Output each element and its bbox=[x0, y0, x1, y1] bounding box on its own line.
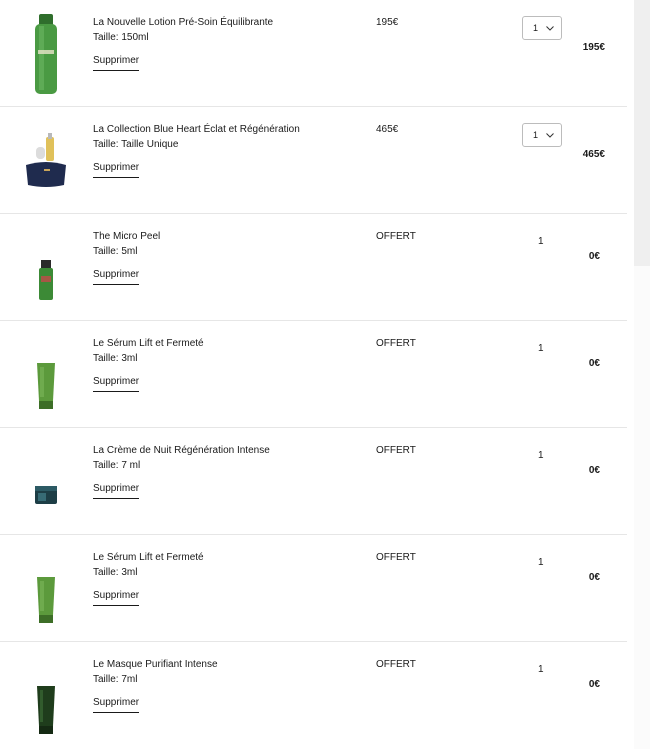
remove-link[interactable]: Supprimer bbox=[93, 54, 140, 71]
line-total: 195€ bbox=[582, 42, 605, 53]
product-size: Taille: 3ml bbox=[93, 567, 138, 578]
cart-item-row: La Crème de Nuit Régénération Intense Ta… bbox=[0, 428, 627, 535]
serum-tube-image bbox=[18, 547, 74, 631]
quantity-value: 1 bbox=[538, 557, 544, 568]
line-total: 0€ bbox=[588, 251, 600, 262]
cart-item-row: Le Masque Purifiant Intense Taille: 7ml … bbox=[0, 642, 627, 749]
micro-peel-bottle-image bbox=[18, 226, 74, 310]
cart-item-row: La Collection Blue Heart Éclat et Régéné… bbox=[0, 107, 627, 214]
lotion-bottle-image bbox=[18, 12, 74, 96]
chevron-down-icon bbox=[546, 131, 554, 140]
product-size: Taille: Taille Unique bbox=[93, 139, 179, 150]
product-name[interactable]: Le Masque Purifiant Intense bbox=[93, 658, 218, 672]
quantity-value: 1 bbox=[538, 236, 544, 247]
product-name[interactable]: La Crème de Nuit Régénération Intense bbox=[93, 444, 270, 458]
unit-price: 465€ bbox=[376, 124, 399, 135]
product-size: Taille: 7ml bbox=[93, 674, 138, 685]
product-name[interactable]: Le Sérum Lift et Fermeté bbox=[93, 337, 204, 351]
product-name[interactable]: La Nouvelle Lotion Pré-Soin Équilibrante bbox=[93, 16, 273, 30]
cart-item-row: Le Sérum Lift et Fermeté Taille: 3ml Sup… bbox=[0, 321, 627, 428]
cart-item-list: La Nouvelle Lotion Pré-Soin Équilibrante… bbox=[0, 0, 627, 749]
unit-price: OFFERT bbox=[376, 445, 416, 456]
unit-price: 195€ bbox=[376, 17, 399, 28]
product-size: Taille: 3ml bbox=[93, 353, 138, 364]
product-name[interactable]: Le Sérum Lift et Fermeté bbox=[93, 551, 204, 565]
product-size: Taille: 7 ml bbox=[93, 460, 141, 471]
quantity-select[interactable]: 1 bbox=[522, 16, 562, 40]
product-size: Taille: 5ml bbox=[93, 246, 138, 257]
mask-tube-image bbox=[18, 654, 74, 738]
line-total: 0€ bbox=[588, 572, 600, 583]
quantity-value: 1 bbox=[538, 664, 544, 675]
cream-jar-image bbox=[18, 440, 74, 524]
line-total: 0€ bbox=[588, 679, 600, 690]
quantity-value: 1 bbox=[533, 130, 539, 140]
cart-item-row: La Nouvelle Lotion Pré-Soin Équilibrante… bbox=[0, 0, 627, 107]
gift-collection-image bbox=[18, 119, 74, 203]
quantity-value: 1 bbox=[538, 343, 544, 354]
serum-tube-image bbox=[18, 333, 74, 417]
unit-price: OFFERT bbox=[376, 338, 416, 349]
line-total: 465€ bbox=[582, 149, 605, 160]
remove-link[interactable]: Supprimer bbox=[93, 696, 140, 713]
remove-link[interactable]: Supprimer bbox=[93, 589, 140, 606]
chevron-down-icon bbox=[546, 24, 554, 33]
cart-item-row: Le Sérum Lift et Fermeté Taille: 3ml Sup… bbox=[0, 535, 627, 642]
product-name[interactable]: The Micro Peel bbox=[93, 230, 160, 244]
quantity-value: 1 bbox=[538, 450, 544, 461]
remove-link[interactable]: Supprimer bbox=[93, 161, 140, 178]
unit-price: OFFERT bbox=[376, 552, 416, 563]
remove-link[interactable]: Supprimer bbox=[93, 482, 140, 499]
product-size: Taille: 150ml bbox=[93, 32, 149, 43]
quantity-value: 1 bbox=[533, 23, 539, 33]
product-name[interactable]: La Collection Blue Heart Éclat et Régéné… bbox=[93, 123, 300, 137]
quantity-select[interactable]: 1 bbox=[522, 123, 562, 147]
remove-link[interactable]: Supprimer bbox=[93, 375, 140, 392]
cart-item-row: The Micro Peel Taille: 5ml Supprimer OFF… bbox=[0, 214, 627, 321]
line-total: 0€ bbox=[588, 358, 600, 369]
unit-price: OFFERT bbox=[376, 659, 416, 670]
unit-price: OFFERT bbox=[376, 231, 416, 242]
scrollbar-thumb[interactable] bbox=[634, 0, 650, 266]
remove-link[interactable]: Supprimer bbox=[93, 268, 140, 285]
line-total: 0€ bbox=[588, 465, 600, 476]
